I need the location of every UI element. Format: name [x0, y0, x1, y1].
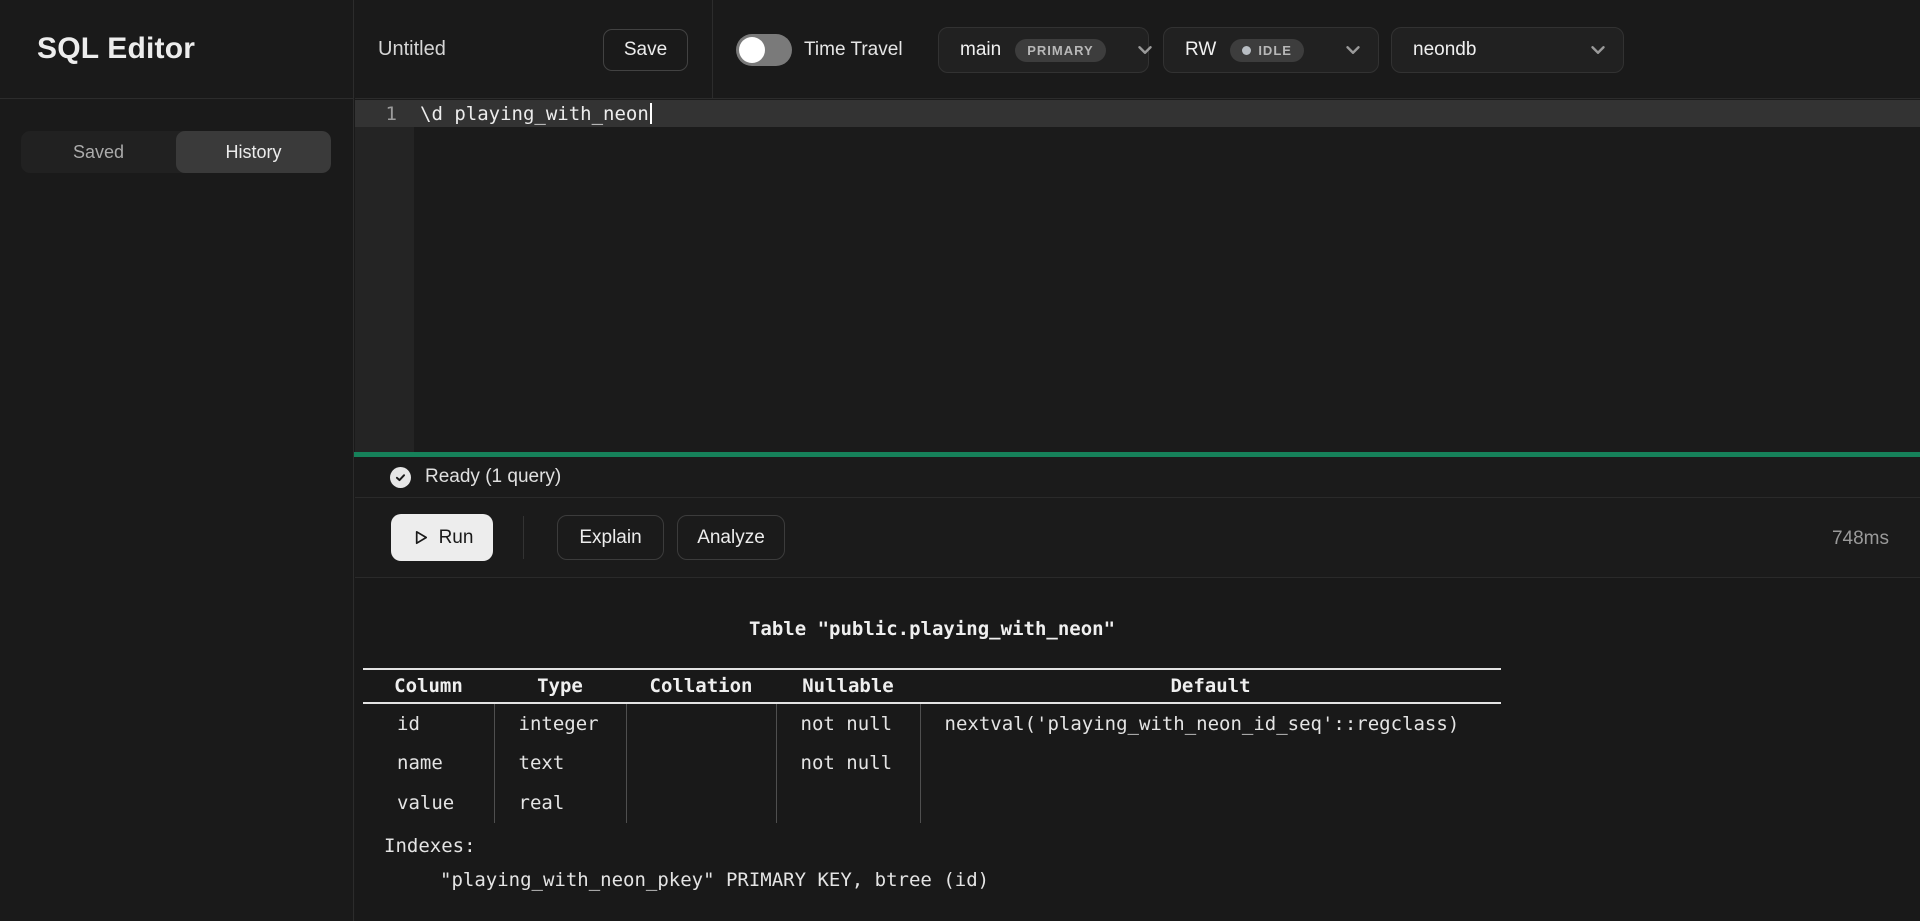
topbar-divider [712, 0, 713, 99]
column-header: Type [494, 669, 626, 703]
idle-status-dot-icon [1242, 46, 1251, 55]
query-title: Untitled [378, 0, 446, 99]
table-cell: integer [494, 703, 626, 743]
time-travel-label: Time Travel [804, 0, 903, 99]
table-cell: id [363, 703, 494, 743]
tab-history-label: History [225, 142, 281, 163]
saved-history-segmented-control: Saved History [21, 131, 331, 173]
status-message: Ready (1 query) [425, 466, 561, 488]
topbar: Untitled Save Time Travel main PRIMARY R… [355, 0, 1920, 99]
table-row: value real [363, 783, 1501, 823]
compute-status-badge: IDLE [1230, 39, 1304, 62]
column-header: Collation [626, 669, 776, 703]
table-cell [626, 783, 776, 823]
sql-editor-app: SQL Editor Saved History Untitled Save T… [0, 0, 1920, 921]
table-cell: not null [776, 703, 920, 743]
compute-name: RW [1185, 39, 1216, 61]
database-dropdown[interactable]: neondb [1391, 27, 1624, 73]
branch-name: main [960, 39, 1001, 61]
table-cell: name [363, 743, 494, 783]
tab-saved[interactable]: Saved [21, 131, 176, 173]
query-duration: 748ms [1832, 498, 1889, 579]
table-row: id integer not null nextval('playing_wit… [363, 703, 1501, 743]
line-number: 1 [355, 103, 414, 125]
result-table: Column Type Collation Nullable Default i… [363, 668, 1501, 823]
code-line: \d playing_with_neon [420, 103, 649, 125]
chevron-down-icon [1587, 39, 1609, 61]
table-cell: text [494, 743, 626, 783]
column-header: Default [920, 669, 1501, 703]
table-cell: nextval('playing_with_neon_id_seq'::regc… [920, 703, 1501, 743]
database-name: neondb [1413, 39, 1476, 61]
sidebar: SQL Editor Saved History [0, 0, 354, 921]
table-cell: not null [776, 743, 920, 783]
results-panel: Table "public.playing_with_neon" Column … [355, 578, 1920, 921]
toggle-knob [739, 37, 765, 63]
actionbar-divider [523, 516, 524, 559]
text-cursor [650, 103, 652, 124]
save-button[interactable]: Save [603, 29, 688, 71]
table-cell [920, 743, 1501, 783]
page-title: SQL Editor [37, 32, 195, 66]
editor-gutter [355, 100, 414, 452]
chevron-down-icon [1342, 39, 1364, 61]
column-header: Nullable [776, 669, 920, 703]
results-output: Table "public.playing_with_neon" Column … [363, 578, 1501, 891]
indexes-label: Indexes: [384, 835, 1501, 857]
analyze-button[interactable]: Analyze [677, 515, 785, 560]
table-cell [626, 703, 776, 743]
tab-history[interactable]: History [176, 131, 331, 173]
tab-saved-label: Saved [73, 142, 124, 163]
table-header-row: Column Type Collation Nullable Default [363, 669, 1501, 703]
compute-dropdown[interactable]: RW IDLE [1163, 27, 1379, 73]
column-header: Column [363, 669, 494, 703]
run-button-label: Run [439, 527, 474, 549]
branch-primary-badge: PRIMARY [1015, 39, 1105, 62]
action-bar: Run Explain Analyze 748ms [355, 497, 1920, 578]
table-row: name text not null [363, 743, 1501, 783]
code-editor[interactable]: 1 \d playing_with_neon [355, 100, 1920, 452]
time-travel-toggle[interactable] [736, 34, 792, 66]
index-item: "playing_with_neon_pkey" PRIMARY KEY, bt… [440, 869, 1501, 891]
ready-check-icon [390, 467, 411, 488]
table-cell [776, 783, 920, 823]
run-button[interactable]: Run [391, 514, 493, 561]
result-table-title: Table "public.playing_with_neon" [363, 618, 1501, 646]
table-cell: value [363, 783, 494, 823]
sidebar-header: SQL Editor [0, 0, 354, 99]
branch-dropdown[interactable]: main PRIMARY [938, 27, 1149, 73]
chevron-down-icon [1134, 39, 1156, 61]
table-cell: real [494, 783, 626, 823]
compute-status-text: IDLE [1258, 43, 1292, 58]
status-bar: Ready (1 query) [355, 457, 1920, 497]
editor-active-line: 1 \d playing_with_neon [355, 100, 1920, 127]
play-icon [411, 528, 430, 547]
table-cell [920, 783, 1501, 823]
explain-button[interactable]: Explain [557, 515, 664, 560]
table-cell [626, 743, 776, 783]
